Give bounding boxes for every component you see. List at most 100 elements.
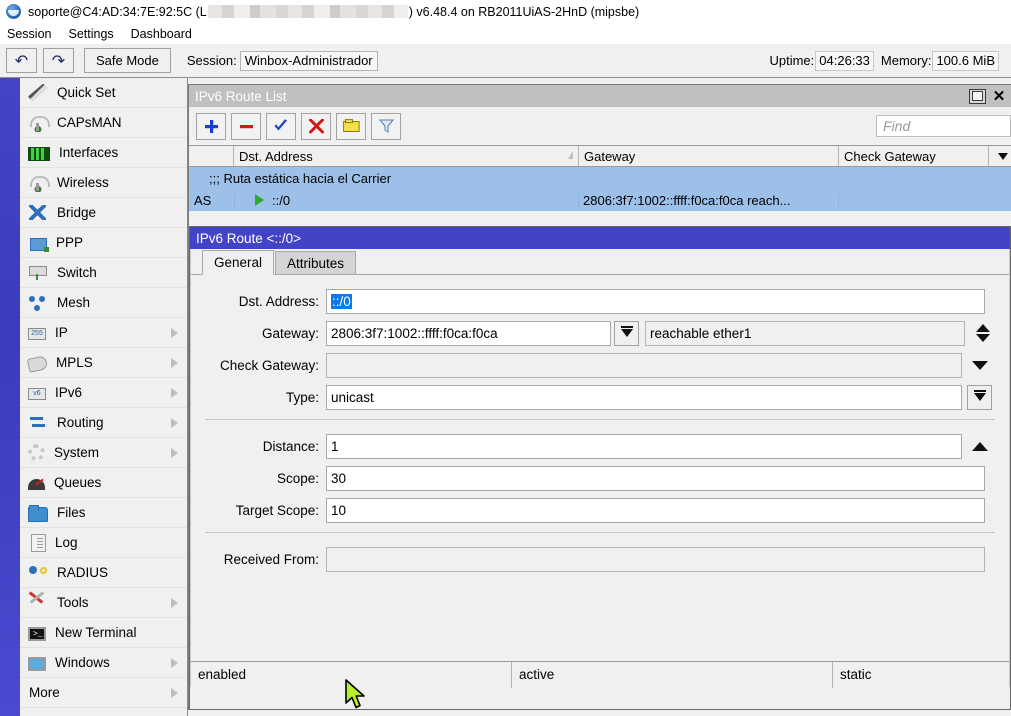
gateway-dropdown-button[interactable]	[614, 321, 639, 346]
gateway-input[interactable]: 2806:3f7:1002::ffff:f0ca:f0ca	[326, 321, 611, 346]
safe-mode-button[interactable]: Safe Mode	[84, 48, 171, 73]
sidebar-item-ip[interactable]: 255 IP	[20, 318, 187, 348]
sidebar-item-more[interactable]: More	[20, 678, 187, 708]
uptime-label: Uptime:	[769, 53, 814, 68]
scope-input[interactable]: 30	[326, 466, 985, 491]
menu-item-session[interactable]: Session	[7, 27, 51, 41]
sidebar-item-ppp[interactable]: PPP	[20, 228, 187, 258]
enable-button[interactable]	[266, 113, 296, 140]
memory-value: 100.6 MiB	[932, 51, 999, 71]
winbox-application: soporte@C4:AD:34:7E:92:5C (L ) v6.48.4 o…	[0, 0, 1011, 716]
sidebar-item-label: Queues	[54, 475, 101, 490]
sidebar-item-log[interactable]: Log	[20, 528, 187, 558]
sidebar-item-bridge[interactable]: Bridge	[20, 198, 187, 228]
form-divider-2	[205, 532, 995, 533]
chevron-down-bar-icon	[974, 393, 986, 401]
sidebar-item-windows[interactable]: Windows	[20, 648, 187, 678]
comment-button[interactable]	[336, 113, 366, 140]
type-dropdown-button[interactable]	[967, 385, 992, 410]
toolbar-status-group: Uptime: 04:26:33 Memory: 100.6 MiB	[769, 51, 1011, 71]
menu-item-dashboard[interactable]: Dashboard	[131, 27, 192, 41]
sidebar-item-label: Routing	[57, 415, 104, 430]
tab-general[interactable]: General	[202, 250, 274, 275]
sidebar-item-quick-set[interactable]: Quick Set	[20, 78, 187, 108]
column-header-gateway[interactable]: Gateway	[579, 146, 839, 166]
sidebar-item-new-terminal[interactable]: New Terminal	[20, 618, 187, 648]
distance-input[interactable]: 1	[326, 434, 962, 459]
gateway-state-field: reachable ether1	[645, 321, 965, 346]
sidebar-item-ipv6[interactable]: v6 IPv6	[20, 378, 187, 408]
sidebar-item-files[interactable]: Files	[20, 498, 187, 528]
tools-icon	[28, 594, 48, 612]
chevron-up-icon	[972, 442, 988, 451]
check-gateway-label: Check Gateway:	[191, 358, 326, 373]
sidebar-item-label: Mesh	[57, 295, 90, 310]
remove-button[interactable]	[231, 113, 261, 140]
sidebar-item-tools[interactable]: Tools	[20, 588, 187, 618]
title-text: soporte@C4:AD:34:7E:92:5C (L ) v6.48.4 o…	[28, 5, 639, 19]
session-name-field[interactable]: Winbox-Administrador	[240, 51, 378, 71]
search-input[interactable]: Find	[876, 115, 1011, 137]
ipv6-icon: v6	[28, 388, 46, 400]
column-header-flags[interactable]	[189, 146, 234, 166]
field-row-received-from: Received From:	[191, 545, 1009, 573]
column-header-check-gateway[interactable]: Check Gateway	[839, 146, 989, 166]
column-chooser-button[interactable]	[989, 146, 1011, 166]
uptime-value: 04:26:33	[815, 51, 874, 71]
menu-item-settings[interactable]: Settings	[68, 27, 113, 41]
dst-address-input[interactable]: ::/0	[326, 289, 985, 314]
route-form: Dst. Address: ::/0 Gateway: 2806:3f7:100…	[191, 275, 1009, 573]
sidebar-item-label: Bridge	[57, 205, 96, 220]
sidebar-item-radius[interactable]: RADIUS	[20, 558, 187, 588]
redo-arrow-icon[interactable]: ↷	[43, 48, 74, 73]
row-dst-address: ::/0	[234, 193, 579, 208]
gateway-list-spinner[interactable]	[972, 324, 994, 342]
sidebar-item-mpls[interactable]: MPLS	[20, 348, 187, 378]
brand-rail: RouterOS WinBox	[0, 78, 20, 716]
disable-button[interactable]	[301, 113, 331, 140]
table-row[interactable]: AS ::/0 2806:3f7:1002::ffff:f0ca:f0ca re…	[189, 189, 1011, 211]
route-comment-row[interactable]: ;;; Ruta estática hacia el Carrier	[189, 167, 1011, 189]
ppp-icon	[30, 238, 47, 251]
chevron-down-icon	[976, 334, 990, 342]
sidebar-item-interfaces[interactable]: Interfaces	[20, 138, 187, 168]
close-window-icon[interactable]: ✕	[989, 87, 1011, 105]
sidebar-item-routing[interactable]: Routing	[20, 408, 187, 438]
type-input[interactable]: unicast	[326, 385, 962, 410]
check-gateway-expand-button[interactable]	[969, 361, 991, 370]
target-scope-input[interactable]: 10	[326, 498, 985, 523]
restore-window-icon[interactable]	[969, 89, 986, 104]
sidebar-item-switch[interactable]: Switch	[20, 258, 187, 288]
received-from-input	[326, 547, 985, 572]
routing-arrows-icon	[28, 414, 48, 432]
chevron-right-icon	[171, 598, 178, 608]
sidebar-item-queues[interactable]: Queues	[20, 468, 187, 498]
sidebar-item-label: System	[54, 445, 99, 460]
scope-label: Scope:	[191, 471, 326, 486]
gear-icon	[28, 444, 45, 461]
redacted-identity-block	[208, 5, 408, 18]
column-header-dst-address[interactable]: Dst. Address	[234, 146, 579, 166]
window-controls: ✕	[969, 87, 1011, 105]
status-static: static	[833, 662, 1009, 688]
sidebar-item-mesh[interactable]: Mesh	[20, 288, 187, 318]
app-toolbar: ↶ ↷ Safe Mode Session: Winbox-Administra…	[0, 44, 1011, 78]
check-gateway-input[interactable]	[326, 353, 962, 378]
list-toolbar: Find	[189, 107, 1011, 145]
add-button[interactable]	[196, 113, 226, 140]
tab-attributes[interactable]: Attributes	[275, 251, 356, 274]
chevron-right-icon	[171, 448, 178, 458]
undo-arrow-icon[interactable]: ↶	[6, 48, 37, 73]
filter-button[interactable]	[371, 113, 401, 140]
switch-icon	[28, 264, 48, 282]
sidebar-item-capsman[interactable]: CAPsMAN	[20, 108, 187, 138]
chevron-right-icon	[171, 358, 178, 368]
network-card-icon	[28, 147, 50, 161]
title-version-model: ) v6.48.4 on RB2011UiAS-2HnD (mipsbe)	[409, 5, 639, 19]
distance-expand-button[interactable]	[969, 442, 991, 451]
sidebar-item-system[interactable]: System	[20, 438, 187, 468]
dialog-title-bar: IPv6 Route <::/0>	[190, 227, 1010, 249]
field-row-gateway: Gateway: 2806:3f7:1002::ffff:f0ca:f0ca r…	[191, 319, 1009, 347]
chevron-right-icon	[171, 418, 178, 428]
sidebar-item-wireless[interactable]: Wireless	[20, 168, 187, 198]
